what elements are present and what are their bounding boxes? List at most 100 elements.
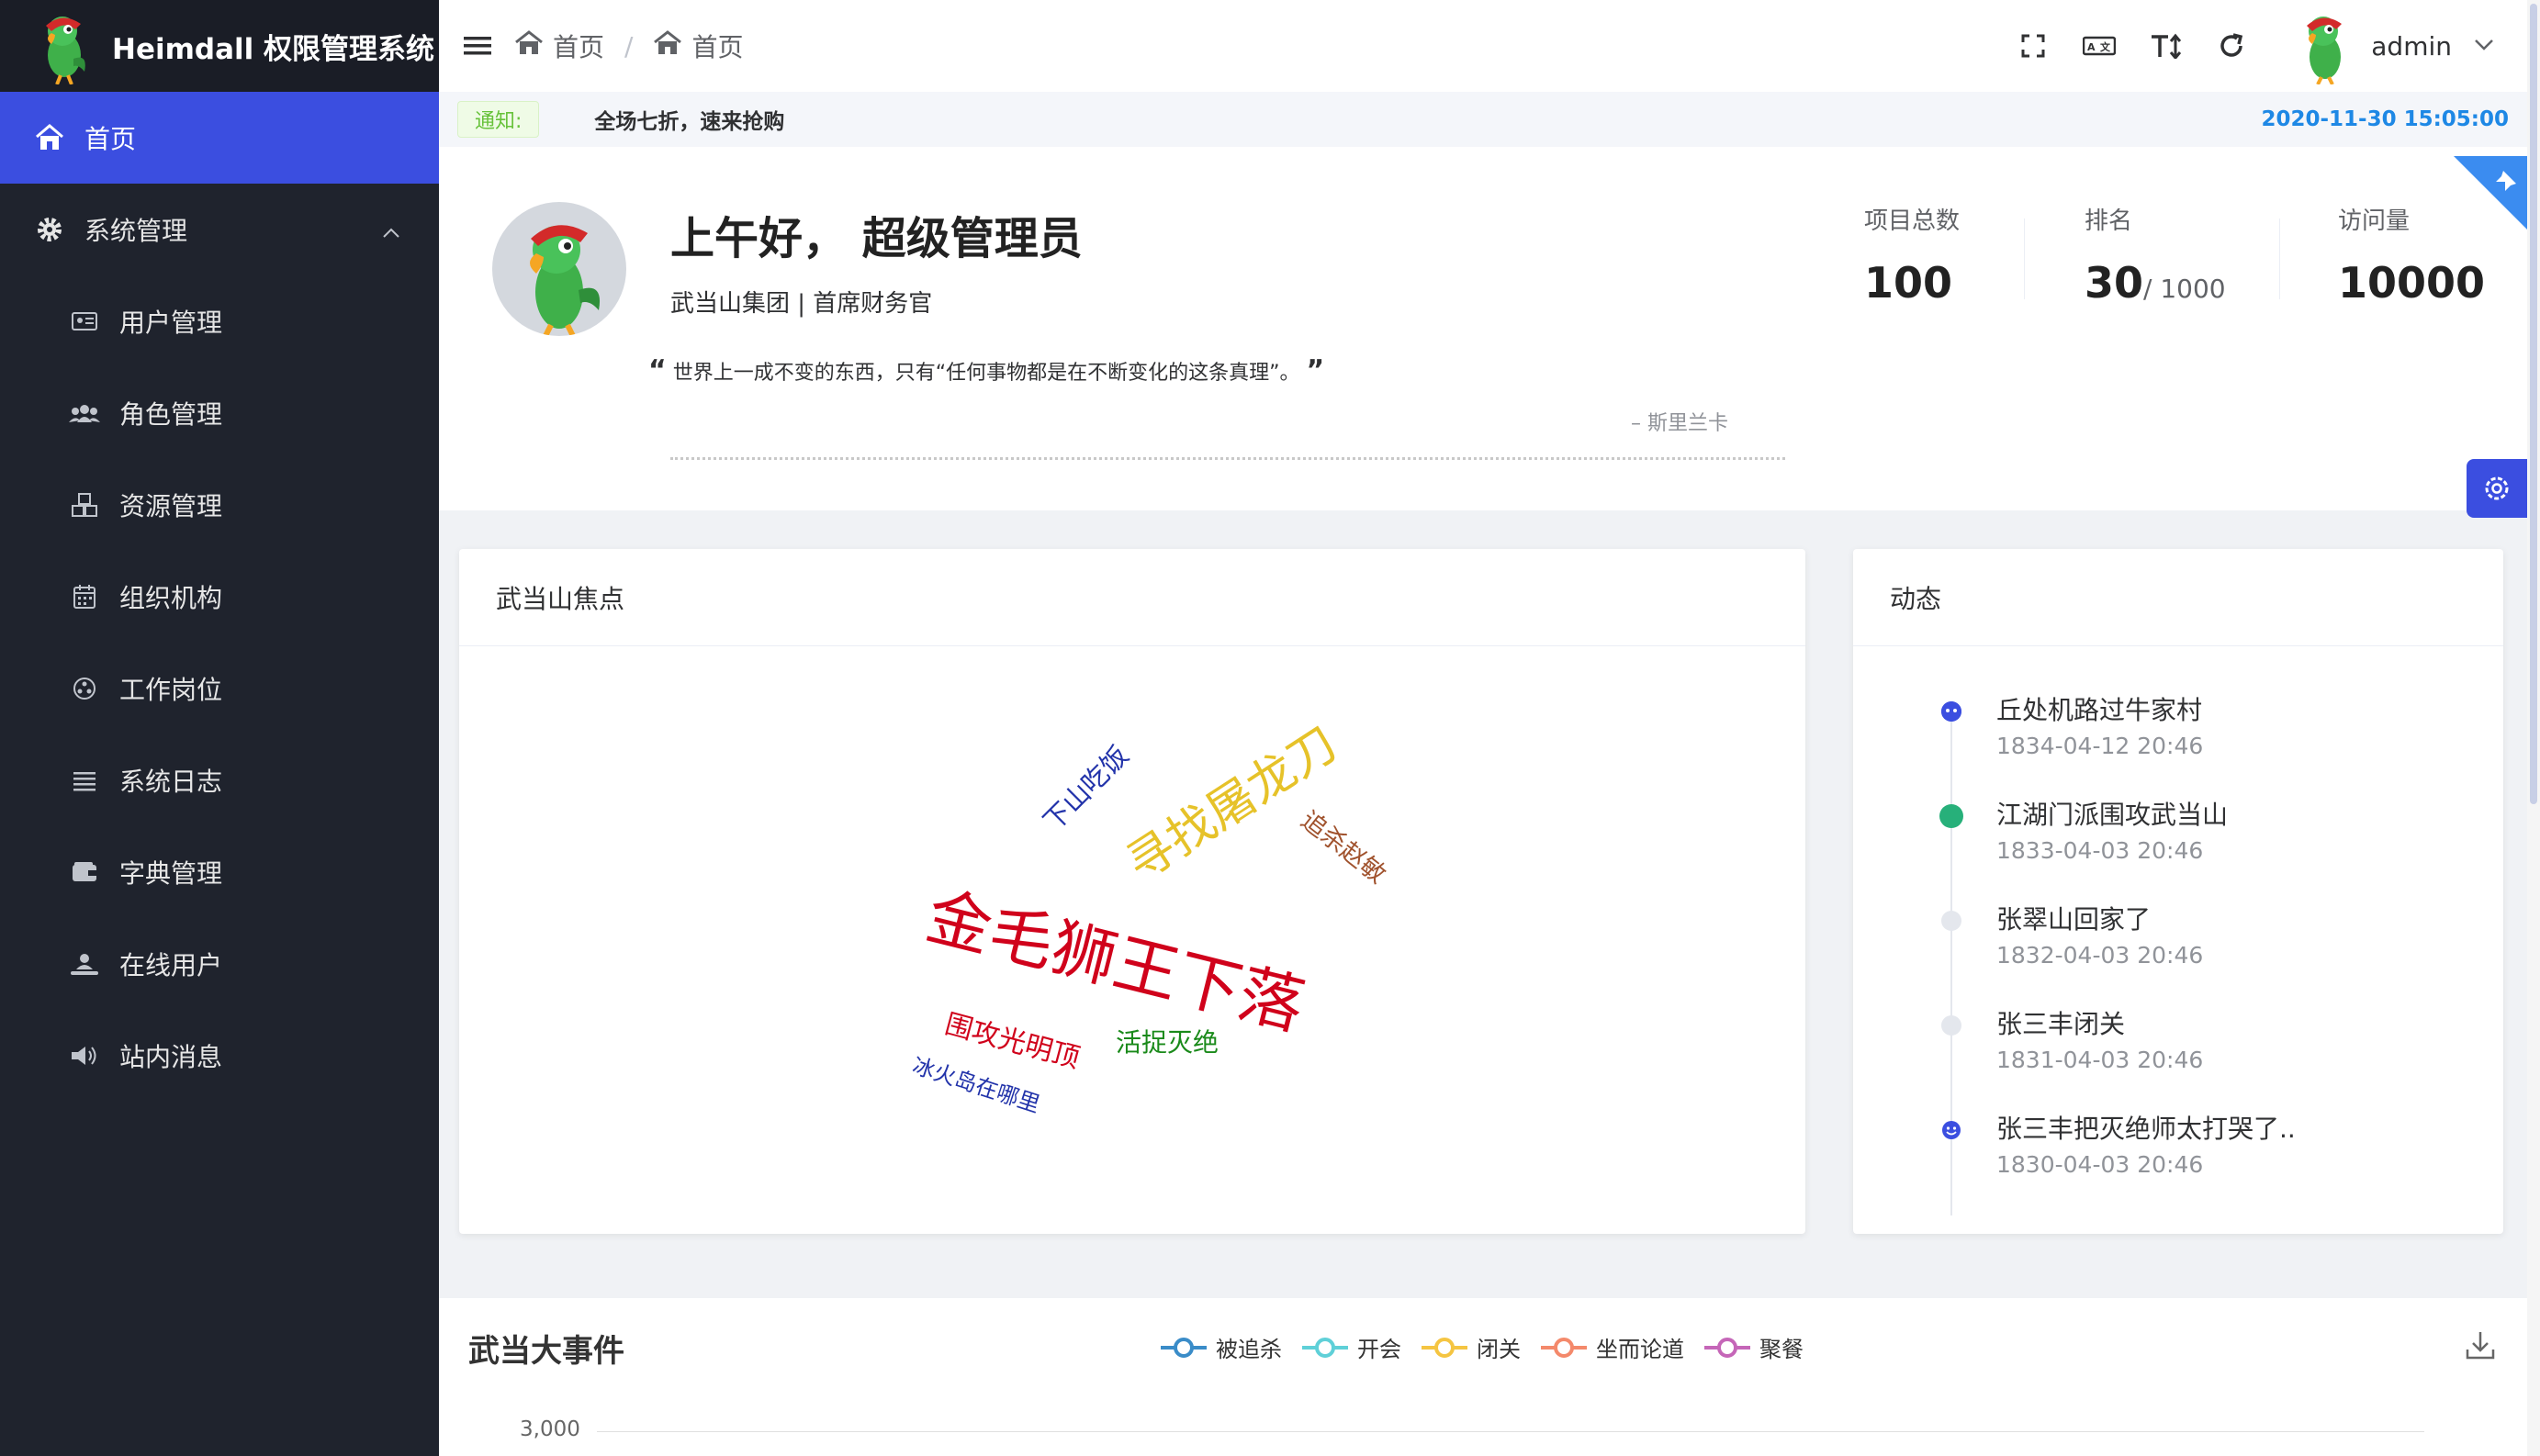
top-header: 首页 / 首页 A文 admin <box>439 0 2527 92</box>
sidebar-item-job-position[interactable]: 工作岗位 <box>0 643 439 734</box>
font-size-icon[interactable] <box>2147 28 2184 64</box>
sidebar-item-label: 系统管理 <box>84 216 188 246</box>
translate-icon[interactable]: A文 <box>2081 28 2118 64</box>
download-icon[interactable] <box>2465 1329 2496 1364</box>
home-icon <box>33 121 66 154</box>
legend-item[interactable]: 开会 <box>1302 1331 1401 1363</box>
dial-icon <box>68 672 101 705</box>
legend-marker <box>1422 1337 1467 1358</box>
users-icon <box>68 397 101 430</box>
stat-value: 30/ 1000 <box>2085 258 2226 308</box>
svg-text:A: A <box>2087 41 2096 53</box>
wallet-icon <box>68 856 101 889</box>
legend-item[interactable]: 坐而论道 <box>1541 1331 1684 1363</box>
timeline-content: 张三丰把灭绝师太打哭了.. <box>1996 1114 2296 1144</box>
timeline-time: 1830-04-03 20:46 <box>1996 1151 2204 1178</box>
legend-marker <box>1302 1337 1348 1358</box>
sidebar-item-user-management[interactable]: 用户管理 <box>0 275 439 367</box>
chevron-up-icon <box>382 215 400 245</box>
svg-text:文: 文 <box>2100 40 2111 53</box>
timeline-time: 1832-04-03 20:46 <box>1996 942 2204 969</box>
stat-value: 100 <box>1864 258 1953 308</box>
legend-marker <box>1704 1337 1750 1358</box>
sidebar-item-system-log[interactable]: 系统日志 <box>0 734 439 826</box>
legend-item[interactable]: 闭关 <box>1422 1331 1521 1363</box>
refresh-icon[interactable] <box>2213 28 2250 64</box>
stat-projects: 项目总数 100 <box>1864 202 1960 308</box>
word-cloud-word[interactable]: 活捉灭绝 <box>1116 1023 1219 1059</box>
legend-item[interactable]: 被追杀 <box>1161 1331 1282 1363</box>
sidebar-item-label: 站内消息 <box>119 1042 223 1072</box>
stat-rank: 排名 30/ 1000 <box>2085 202 2226 308</box>
quote-author: – 斯里兰卡 <box>1631 412 1728 435</box>
sidebar-item-label: 资源管理 <box>119 491 223 521</box>
timeline-content: 江湖门派围攻武当山 <box>1996 800 2229 830</box>
activity-card: 动态 丘处机路过牛家村 1834-04-12 20:46 江湖门派围攻武当山 1… <box>1853 549 2503 1234</box>
page-scrollbar[interactable] <box>2527 0 2540 1456</box>
stat-divider <box>2024 218 2025 299</box>
timeline-dot <box>1941 911 1961 931</box>
sidebar-item-label: 在线用户 <box>119 950 223 980</box>
legend-label: 坐而论道 <box>1596 1337 1684 1362</box>
card-title: 武当山焦点 <box>459 549 1805 646</box>
header-toolbar: A文 admin <box>2015 0 2527 92</box>
pin-icon[interactable] <box>2494 167 2520 196</box>
sidebar-item-label: 工作岗位 <box>119 675 223 705</box>
sidebar-item-home[interactable]: 首页 <box>0 92 439 184</box>
timeline-item: 江湖门派围攻武当山 1833-04-03 20:46 <box>1853 795 2503 900</box>
sidebar-item-label: 用户管理 <box>119 308 223 338</box>
settings-button[interactable] <box>2467 459 2527 518</box>
breadcrumb-separator: / <box>624 30 634 62</box>
fullscreen-icon[interactable] <box>2015 28 2051 64</box>
stat-value: 10000 <box>2338 258 2486 308</box>
timeline-time: 1831-04-03 20:46 <box>1996 1047 2204 1073</box>
cubes-icon <box>68 488 101 521</box>
grid-line <box>597 1431 2424 1432</box>
timeline-item: 张三丰把灭绝师太打哭了.. 1830-04-03 20:46 <box>1853 1109 2503 1214</box>
word-cloud-word[interactable]: 下山吃饭 <box>1033 735 1136 838</box>
timeline-time: 1833-04-03 20:46 <box>1996 837 2204 864</box>
timeline-content: 丘处机路过牛家村 <box>1996 695 2203 725</box>
sidebar-item-organization[interactable]: 组织机构 <box>0 551 439 643</box>
breadcrumb-item: 首页 <box>691 32 744 62</box>
breadcrumb: 首页 / 首页 <box>514 28 743 64</box>
timeline-dot <box>1941 1015 1961 1036</box>
legend-label: 开会 <box>1357 1337 1401 1362</box>
face-icon <box>1941 701 1961 722</box>
timeline-content: 张翠山回家了 <box>1996 904 2152 935</box>
legend-item[interactable]: 聚餐 <box>1704 1331 1804 1363</box>
sidebar-item-label: 角色管理 <box>119 399 223 430</box>
timeline-time: 1834-04-12 20:46 <box>1996 733 2204 759</box>
sidebar-item-system[interactable]: 系统管理 <box>0 184 439 275</box>
stat-label: 项目总数 <box>1864 207 1961 235</box>
card-title: 动态 <box>1853 549 2503 646</box>
word-cloud: 金毛狮王下落 寻找屠龙刀 下山吃饭 追杀赵敏 围攻光明顶 活捉灭绝 冰火岛在哪里 <box>459 646 1805 1197</box>
legend-marker <box>1161 1337 1207 1358</box>
profile-panel: 上午好， 超级管理员 武当山集团 | 首席财务官 “ 世界上一成不变的东西，只有… <box>439 147 2527 510</box>
sidebar-item-dictionary[interactable]: 字典管理 <box>0 826 439 918</box>
home-icon <box>514 29 544 62</box>
stat-divider <box>2279 218 2280 299</box>
sidebar-item-role-management[interactable]: 角色管理 <box>0 367 439 459</box>
app-logo[interactable]: Heimdall 权限管理系统 <box>0 0 439 92</box>
home-icon <box>653 29 682 62</box>
word-cloud-word[interactable]: 寻找屠龙刀 <box>1110 706 1348 894</box>
chevron-down-icon[interactable] <box>2474 38 2494 55</box>
sidebar-item-label: 字典管理 <box>119 858 223 889</box>
profile-subtitle: 武当山集团 | 首席财务官 <box>670 290 933 318</box>
quote-open-mark: “ <box>648 354 667 386</box>
sidebar-item-messages[interactable]: 站内消息 <box>0 1010 439 1102</box>
scrollbar-thumb[interactable] <box>2530 4 2537 804</box>
timeline-item: 张翠山回家了 1832-04-03 20:46 <box>1853 900 2503 1004</box>
sidebar-item-resource-management[interactable]: 资源管理 <box>0 459 439 551</box>
smile-icon <box>1941 1120 1961 1140</box>
hamburger-menu-icon[interactable] <box>461 29 494 62</box>
user-avatar[interactable] <box>2288 7 2362 84</box>
sidebar-item-online-users[interactable]: 在线用户 <box>0 918 439 1010</box>
username[interactable]: admin <box>2371 31 2452 62</box>
breadcrumb-item[interactable]: 首页 <box>553 28 604 64</box>
sidebar: Heimdall 权限管理系统 首页 系统管理 用户管理 角色管理 资源管理 组… <box>0 0 439 1456</box>
word-cloud-word[interactable]: 追杀赵敏 <box>1295 801 1395 890</box>
notice-text[interactable]: 全场七折，速来抢购 <box>594 104 784 135</box>
quote-close-mark: ” <box>1306 354 1325 386</box>
